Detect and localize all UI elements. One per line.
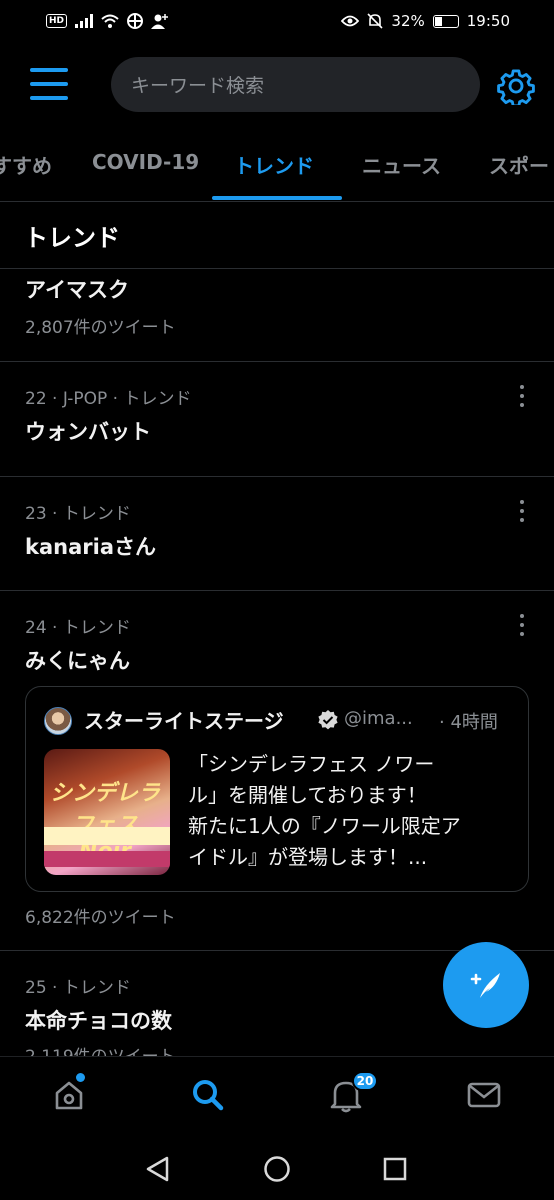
trend-meta: 22 · J-POP · トレンド	[25, 389, 192, 409]
tweet-text-line: イドル』が登場します！...	[188, 845, 428, 869]
tweet-text-line: 「シンデレラフェス ノワー	[188, 752, 435, 776]
trend-tweet-count: 6,822件のツイート	[25, 908, 176, 928]
trend-tweet-count: 2,807件のツイート	[25, 318, 176, 338]
compose-tweet-button[interactable]	[443, 942, 529, 1028]
battery-icon	[432, 14, 459, 28]
trend-name: みくにゃん	[25, 649, 130, 673]
divider	[0, 268, 554, 269]
media-banner	[44, 851, 170, 867]
bell-off-icon	[367, 13, 383, 29]
back-icon[interactable]	[143, 1154, 173, 1184]
bottom-tab-bar: 20	[0, 1056, 554, 1136]
tweet-handle: @ima...	[344, 708, 413, 729]
status-right: 32% 19:50	[341, 12, 510, 30]
trend-name: kanariaさん	[25, 535, 156, 559]
tweet-text-line: ル」を開催しております！	[188, 783, 427, 807]
tab-trending[interactable]: トレンド	[234, 150, 314, 179]
menu-line	[30, 68, 68, 72]
clock: 19:50	[466, 12, 510, 30]
hamburger-menu-icon[interactable]	[30, 68, 68, 100]
top-header: キーワード検索	[0, 56, 554, 112]
divider	[0, 361, 554, 362]
embedded-tweet-card[interactable]: スターライトステージ @ima... · 4時間 シンデレラフェス Noir 「…	[25, 686, 529, 892]
trend-name: 本命チョコの数	[25, 1009, 172, 1033]
menu-line	[30, 82, 68, 86]
battery-percent: 32%	[391, 12, 425, 30]
account-plus-icon	[151, 14, 169, 29]
tab-news[interactable]: ニュース	[362, 150, 441, 179]
tab-sports[interactable]: スポー	[489, 150, 549, 179]
wifi-icon	[101, 14, 119, 28]
home-unread-dot	[76, 1073, 85, 1082]
explore-tabs: すすめ COVID-19 トレンド ニュース スポー	[0, 138, 554, 202]
nfc-icon	[127, 13, 144, 29]
search-input[interactable]: キーワード検索	[111, 57, 480, 112]
menu-line	[30, 96, 68, 100]
tweet-media-thumbnail[interactable]: シンデレラフェス Noir	[44, 749, 170, 875]
system-navigation-bar	[0, 1136, 554, 1200]
status-bar: HD 32% 19:50	[0, 0, 554, 42]
gear-icon[interactable]	[497, 67, 535, 105]
tweet-text: 「シンデレラフェス ノワー ル」を開催しております！ 新たに1人の『ノワール限定…	[188, 749, 518, 873]
more-options-icon[interactable]	[514, 500, 530, 522]
trend-name: アイマスク	[25, 278, 129, 302]
home-circle-icon[interactable]	[262, 1154, 292, 1184]
divider	[0, 476, 554, 477]
tab-for-you[interactable]: すすめ	[0, 150, 52, 179]
signal-icon	[75, 14, 94, 28]
verified-badge-icon	[318, 710, 338, 730]
more-options-icon[interactable]	[514, 614, 530, 636]
recents-icon[interactable]	[380, 1154, 410, 1184]
tab-covid-19[interactable]: COVID-19	[92, 150, 199, 174]
tweet-time: · 4時間	[439, 712, 498, 733]
trend-meta: 25 · トレンド	[25, 978, 131, 998]
more-options-icon[interactable]	[514, 385, 530, 407]
status-left: HD	[46, 13, 169, 29]
active-tab-indicator	[212, 196, 342, 200]
trend-meta: 24 · トレンド	[25, 618, 131, 638]
avatar	[44, 707, 72, 735]
divider	[0, 590, 554, 591]
compose-feather-icon	[470, 973, 500, 998]
search-icon[interactable]	[188, 1075, 228, 1115]
messages-icon[interactable]	[464, 1075, 504, 1115]
trend-name: ウォンバット	[25, 420, 151, 444]
notification-count-badge: 20	[352, 1071, 378, 1091]
tweet-author-name: スターライトステージ	[84, 709, 284, 733]
section-title: トレンド	[24, 224, 120, 252]
search-placeholder: キーワード検索	[131, 75, 265, 97]
media-banner	[44, 827, 170, 845]
hd-indicator: HD	[46, 14, 68, 28]
trend-meta: 23 · トレンド	[25, 504, 131, 524]
tweet-text-line: 新たに1人の『ノワール限定ア	[188, 814, 461, 838]
eye-comfort-icon	[341, 15, 360, 27]
